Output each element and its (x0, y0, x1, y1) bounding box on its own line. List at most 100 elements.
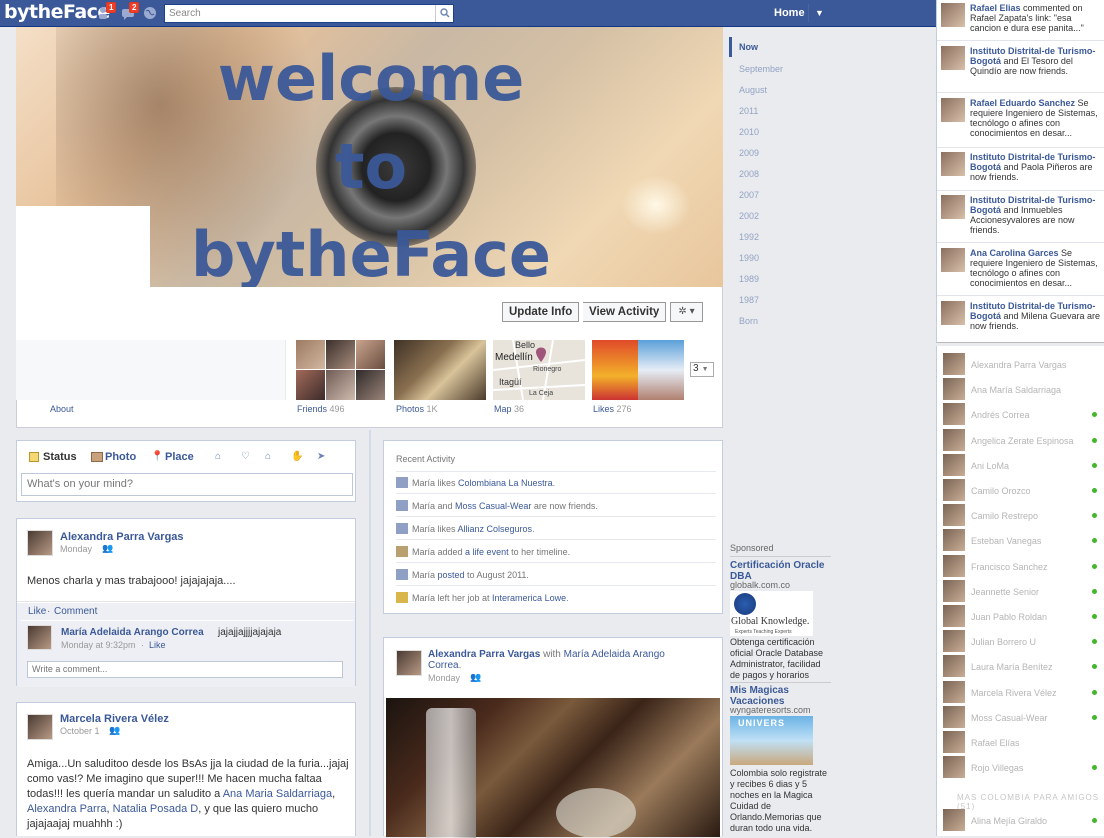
comment-avatar[interactable] (27, 625, 52, 650)
chat-friend[interactable]: Andrés Correa (943, 403, 1103, 427)
comment-link[interactable]: Comment (54, 606, 97, 617)
timeline-nav-item[interactable]: 1992 (739, 232, 759, 242)
privacy-icon[interactable]: 👥 (109, 725, 120, 736)
comment-like-link[interactable]: Like (149, 640, 166, 650)
chat-friend[interactable]: Juan Pablo Roldan (943, 605, 1103, 629)
privacy-icon[interactable]: 👥 (102, 543, 113, 554)
timeline-nav-item[interactable]: 1987 (739, 295, 759, 305)
chat-friend[interactable]: Camilo Orozco (943, 479, 1103, 503)
photos-label[interactable]: Photos 1K (396, 404, 438, 414)
house-icon[interactable]: ⌂ (265, 451, 271, 462)
avatar[interactable] (27, 530, 53, 556)
search-icon[interactable] (435, 5, 453, 22)
photos-thumbnail[interactable] (394, 340, 486, 400)
tag-link[interactable]: Alexandra Parra (27, 803, 107, 815)
tag-icon[interactable]: ✋ (291, 451, 303, 462)
avatar (943, 504, 965, 527)
write-comment-input[interactable]: Write a comment... (27, 661, 343, 678)
ad-title[interactable]: Mis Magicas Vacaciones (730, 685, 830, 707)
like-link[interactable]: Like (28, 606, 46, 617)
tab-status[interactable]: Status (43, 451, 77, 463)
post-time[interactable]: Monday (428, 673, 460, 683)
activity-link[interactable]: Moss Casual-Wear (455, 501, 531, 511)
timeline-nav-item[interactable]: 2002 (739, 211, 759, 221)
likes-label[interactable]: Likes 276 (593, 404, 632, 414)
view-activity-button[interactable]: View Activity (583, 302, 667, 322)
ad-logo-subtext: Experts Teaching Experts (735, 629, 792, 635)
post-author[interactable]: Alexandra Parra Vargas (428, 649, 540, 660)
ad-title[interactable]: Certificación Oracle DBA (730, 560, 830, 582)
tab-place[interactable]: Place (165, 451, 194, 463)
site-logo[interactable]: bytheFace (4, 1, 110, 23)
chat-friend[interactable]: Alexandra Parra Vargas (943, 353, 1103, 377)
post-author[interactable]: Alexandra Parra Vargas (60, 531, 184, 543)
chat-friend[interactable]: Marcela Rivera Vélez (943, 680, 1103, 705)
messages-icon[interactable]: 2 (121, 2, 140, 20)
chat-friend[interactable]: Alina Mejía Giraldo (943, 809, 1103, 833)
chat-friend[interactable]: Ani LoMa (943, 453, 1103, 478)
status-input[interactable]: What's on your mind? (21, 473, 353, 496)
ad-image[interactable]: Global Knowledge. Experts Teaching Exper… (730, 591, 813, 636)
activity-link[interactable]: Interamerica Lowe (492, 593, 566, 603)
chat-friend[interactable]: Laura María Benítez (943, 655, 1103, 679)
search-input[interactable]: Search (164, 4, 454, 23)
post-time[interactable]: October 1 (60, 726, 100, 736)
friends-thumbnail[interactable] (296, 340, 385, 400)
more-apps-dropdown[interactable]: 3 ▼ (690, 362, 714, 377)
update-info-button[interactable]: Update Info (502, 302, 580, 322)
chat-friend[interactable]: Rojo Villegas (943, 756, 1103, 780)
post-author[interactable]: Marcela Rivera Vélez (60, 713, 169, 725)
chat-friend[interactable]: Francisco Sanchez (943, 554, 1103, 579)
account-menu-icon[interactable]: ▼ (815, 8, 824, 18)
tab-photo[interactable]: Photo (105, 451, 136, 463)
ad-image[interactable]: UNIVERS (730, 716, 813, 765)
chat-friend[interactable]: Rafael Elías (943, 731, 1103, 755)
home-link[interactable]: Home (774, 7, 805, 19)
location-arrow-icon[interactable]: ➤ (317, 451, 325, 462)
timeline-nav-item[interactable]: September (739, 64, 783, 74)
comment-author[interactable]: María Adelaida Arango Correa (61, 627, 204, 638)
timeline-nav-item[interactable]: 1990 (739, 253, 759, 263)
timeline-nav-item[interactable]: 2010 (739, 127, 759, 137)
privacy-icon[interactable]: 👥 (470, 672, 481, 683)
avatar[interactable] (396, 650, 422, 676)
chat-friend[interactable]: Ana María Saldarriaga (943, 378, 1103, 402)
post-photo[interactable] (386, 698, 720, 838)
timeline-nav-item[interactable]: 2009 (739, 148, 759, 158)
about-box[interactable] (16, 340, 286, 400)
divider (937, 190, 1104, 191)
chat-friend[interactable]: Esteban Vanegas (943, 529, 1103, 553)
activity-link[interactable]: a life event (465, 547, 509, 557)
timeline-nav-item[interactable]: 1989 (739, 274, 759, 284)
divider (730, 556, 831, 557)
activity-link[interactable]: Colombiana La Nuestra (458, 478, 553, 488)
notifications-globe-icon[interactable] (143, 6, 157, 20)
chat-friend[interactable]: Jeannette Senior (943, 579, 1103, 604)
friends-label[interactable]: Friends 496 (297, 404, 345, 414)
friend-requests-icon[interactable]: 1 (98, 2, 117, 20)
chat-friend[interactable]: Moss Casual-Wear (943, 705, 1103, 730)
timeline-nav-item[interactable]: Born (739, 316, 758, 326)
tag-link[interactable]: Natalia Posada D (113, 803, 199, 815)
chat-friend[interactable]: Julian Borrero U (943, 630, 1103, 654)
activity-link[interactable]: Allianz Colseguros (458, 524, 533, 534)
life-event-icon[interactable]: ⌂ (215, 451, 221, 462)
chat-friend[interactable]: Angelica Zerate Espinosa (943, 428, 1103, 453)
about-link[interactable]: About (50, 404, 74, 414)
activity-link[interactable]: posted (438, 570, 465, 580)
likes-thumbnail[interactable] (592, 340, 684, 400)
timeline-nav-now[interactable]: Now (739, 42, 758, 52)
map-thumbnail[interactable]: Bello Medellín Rionegro Itagüí La Ceja (493, 340, 585, 400)
chat-friend[interactable]: Camilo Restrepo (943, 504, 1103, 528)
post-time[interactable]: Monday (60, 544, 92, 554)
tag-link[interactable]: Ana Maria Saldarriaga (223, 788, 332, 800)
avatar[interactable] (27, 714, 53, 740)
timeline-nav-item[interactable]: 2007 (739, 190, 759, 200)
timeline-nav-item[interactable]: August (739, 85, 767, 95)
timeline-nav-item[interactable]: 2008 (739, 169, 759, 179)
timeline-nav-item[interactable]: 2011 (739, 106, 758, 116)
settings-gear-icon[interactable]: ✲ ▾ (670, 302, 703, 322)
profile-picture[interactable] (16, 206, 150, 340)
map-app-label[interactable]: Map 36 (494, 404, 524, 414)
heart-icon[interactable]: ♡ (241, 451, 250, 462)
